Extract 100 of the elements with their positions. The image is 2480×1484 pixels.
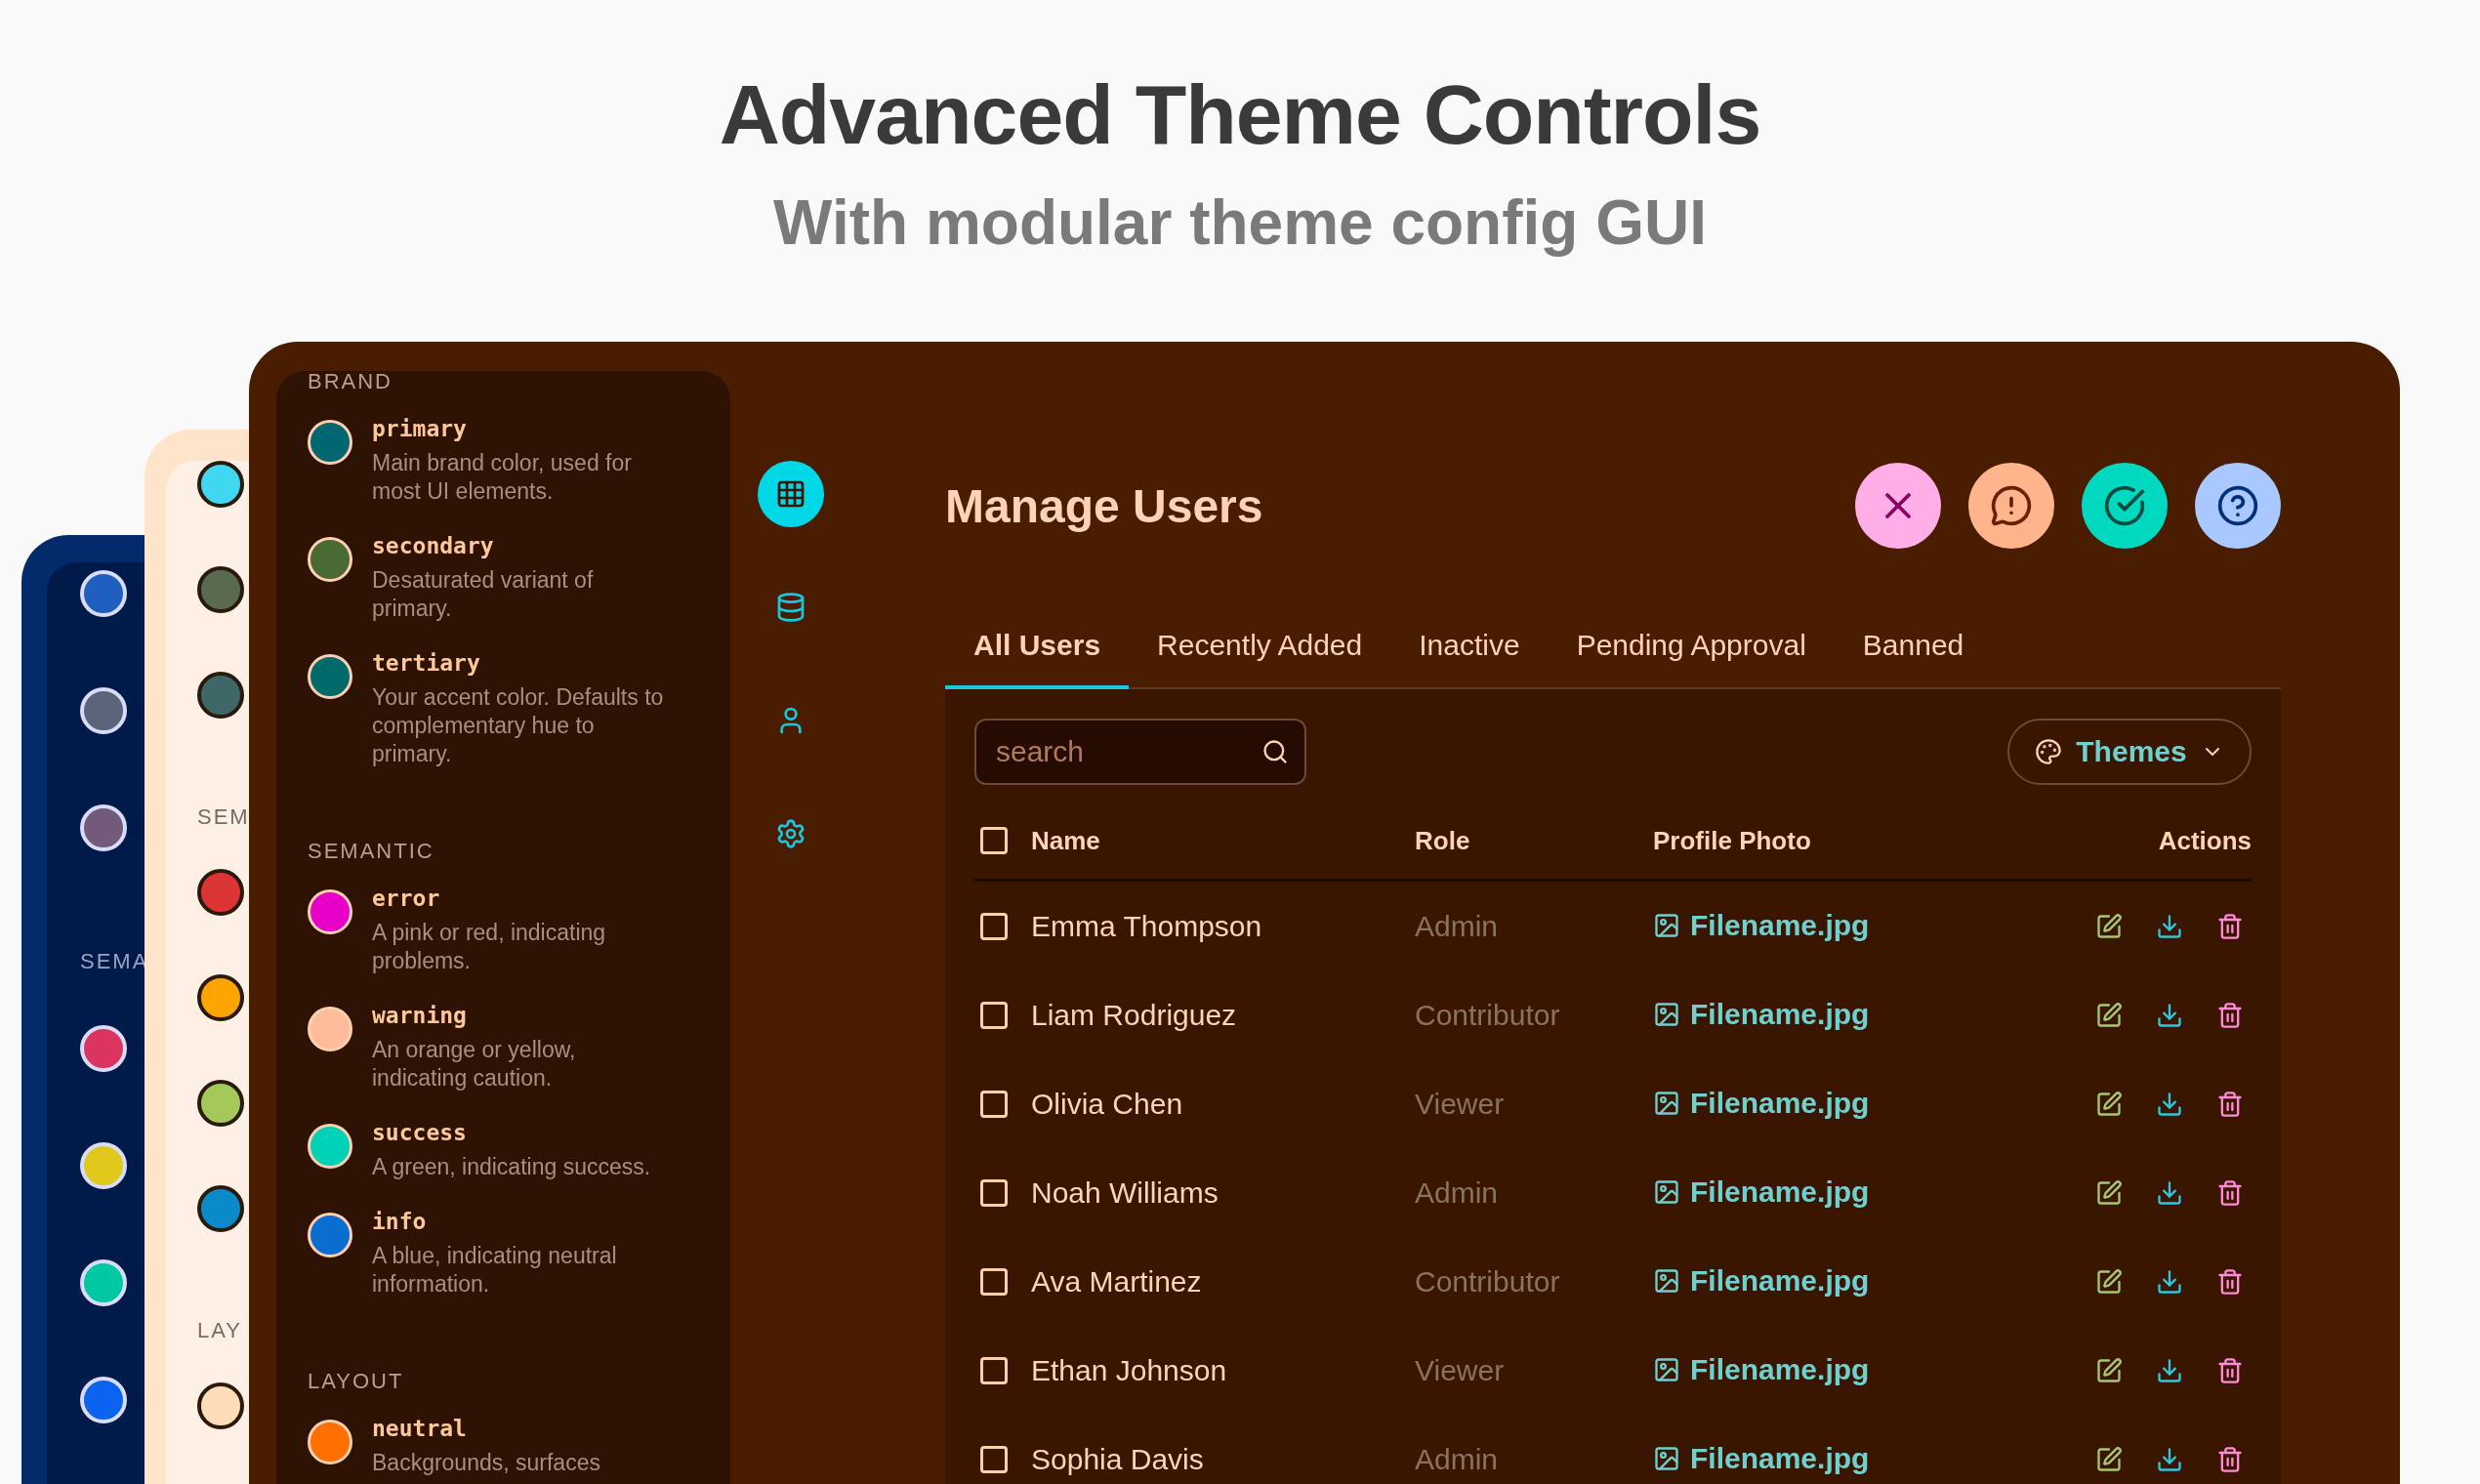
edit-icon[interactable] — [2095, 1267, 2123, 1296]
edit-icon[interactable] — [2095, 912, 2123, 940]
page-title: Manage Users — [945, 478, 1263, 533]
token-description: A green, indicating success. — [372, 1153, 651, 1181]
row-checkbox[interactable] — [980, 1356, 1008, 1384]
themes-dropdown[interactable]: Themes — [2007, 719, 2252, 785]
photo-link[interactable]: Filename.jpg — [1653, 1442, 1870, 1475]
delete-icon[interactable] — [2216, 912, 2244, 940]
download-icon[interactable] — [2156, 1090, 2183, 1118]
row-checkbox[interactable] — [980, 1001, 1008, 1029]
photo-link[interactable]: Filename.jpg — [1653, 1264, 1870, 1298]
user-name: Liam Rodriguez — [1031, 998, 1238, 1032]
photo-link[interactable]: Filename.jpg — [1653, 909, 1870, 942]
row-checkbox[interactable] — [980, 1178, 1008, 1207]
download-icon[interactable] — [2156, 1178, 2183, 1207]
photo-link[interactable]: Filename.jpg — [1653, 998, 1870, 1031]
download-icon[interactable] — [2156, 1445, 2183, 1473]
page-headline: Advanced Theme Controls — [719, 66, 1761, 163]
token-name: secondary — [372, 532, 495, 560]
edit-icon[interactable] — [2095, 1178, 2123, 1207]
token-description: A pink or red, indicating problems. — [372, 919, 607, 975]
edit-icon[interactable] — [2095, 1356, 2123, 1384]
section-label: LAY — [197, 1318, 242, 1343]
user-name: Ava Martinez — [1031, 1264, 1203, 1298]
delete-icon[interactable] — [2216, 1445, 2244, 1473]
image-icon — [1653, 1001, 1680, 1028]
user-role: Admin — [1415, 1442, 1500, 1476]
user-name: Noah Williams — [1031, 1175, 1219, 1210]
section-label: LAYOUT — [308, 1369, 405, 1394]
image-icon — [1653, 1267, 1680, 1295]
delete-icon[interactable] — [2216, 1356, 2244, 1384]
color-swatch[interactable] — [197, 566, 244, 613]
token-name: success — [372, 1119, 468, 1147]
search-icon — [1261, 738, 1289, 765]
row-checkbox[interactable] — [980, 1267, 1008, 1296]
delete-icon[interactable] — [2216, 1178, 2244, 1207]
edit-icon[interactable] — [2095, 1090, 2123, 1118]
tab[interactable]: Pending Approval — [1548, 611, 1835, 689]
section-label: BRAND — [308, 371, 393, 394]
row-checkbox[interactable] — [980, 912, 1008, 940]
row-checkbox[interactable] — [980, 1090, 1008, 1118]
color-swatch[interactable] — [197, 1080, 244, 1127]
edit-icon[interactable] — [2095, 1001, 2123, 1029]
photo-link[interactable]: Filename.jpg — [1653, 1175, 1870, 1209]
image-icon — [1653, 1356, 1680, 1383]
token-name: error — [372, 885, 441, 913]
row-checkbox[interactable] — [980, 1445, 1008, 1473]
tab[interactable]: Inactive — [1390, 611, 1549, 689]
token-name: warning — [372, 1002, 468, 1030]
photo-link[interactable]: Filename.jpg — [1653, 1087, 1870, 1120]
color-swatch[interactable] — [197, 461, 244, 508]
token-description: Your accent color. Defaults to complementary hue to primary. — [372, 683, 665, 768]
section-label: SEMA — [80, 949, 149, 974]
color-swatch[interactable] — [197, 672, 244, 719]
edit-icon[interactable] — [2095, 1445, 2123, 1473]
token-description: Desaturated variant of primary. — [372, 566, 595, 623]
token-name: neutral — [372, 1415, 468, 1443]
image-icon — [1653, 1090, 1680, 1117]
token-description: Backgrounds, surfaces — [372, 1449, 600, 1477]
section-label: SEM — [197, 804, 250, 830]
user-role: Viewer — [1415, 1087, 1506, 1121]
column-header: Role — [1415, 825, 1471, 856]
download-icon[interactable] — [2156, 1267, 2183, 1296]
user-role: Contributor — [1415, 998, 1561, 1032]
search-field[interactable]: search — [974, 719, 1306, 785]
image-icon — [1653, 912, 1680, 939]
delete-icon[interactable] — [2216, 1001, 2244, 1029]
color-swatch[interactable] — [197, 1382, 244, 1429]
photo-link[interactable]: Filename.jpg — [1653, 1353, 1870, 1386]
column-header: Actions — [2157, 825, 2252, 856]
tab[interactable]: Recently Added — [1129, 611, 1391, 689]
user-role: Contributor — [1415, 1264, 1561, 1298]
tab[interactable]: Banned — [1834, 611, 1993, 689]
help-icon — [2216, 484, 2259, 527]
select-all-checkbox[interactable] — [980, 827, 1008, 854]
token-description: Main brand color, used for most UI elements. — [372, 449, 633, 506]
user-name: Ethan Johnson — [1031, 1353, 1228, 1387]
delete-icon[interactable] — [2216, 1267, 2244, 1296]
image-icon — [1653, 1445, 1680, 1472]
page-subtitle: With modular theme config GUI — [773, 186, 1707, 259]
token-name: info — [372, 1208, 428, 1236]
color-swatch[interactable] — [197, 1185, 244, 1232]
check-icon — [2103, 484, 2146, 527]
download-icon[interactable] — [2156, 1001, 2183, 1029]
color-swatch[interactable] — [197, 869, 244, 916]
download-icon[interactable] — [2156, 912, 2183, 940]
delete-icon[interactable] — [2216, 1090, 2244, 1118]
user-role: Viewer — [1415, 1353, 1506, 1387]
token-description: A blue, indicating neutral information. — [372, 1242, 618, 1298]
token-name: tertiary — [372, 649, 481, 678]
token-description: An orange or yellow, indicating caution. — [372, 1036, 577, 1092]
user-role: Admin — [1415, 1175, 1500, 1210]
user-role: Admin — [1415, 909, 1500, 943]
image-icon — [1653, 1178, 1680, 1206]
column-header: Name — [1031, 825, 1101, 856]
section-label: SEMANTIC — [308, 839, 435, 864]
color-swatch[interactable] — [197, 974, 244, 1021]
download-icon[interactable] — [2156, 1356, 2183, 1384]
palette-icon — [2035, 738, 2063, 765]
column-header: Profile Photo — [1653, 825, 1812, 856]
